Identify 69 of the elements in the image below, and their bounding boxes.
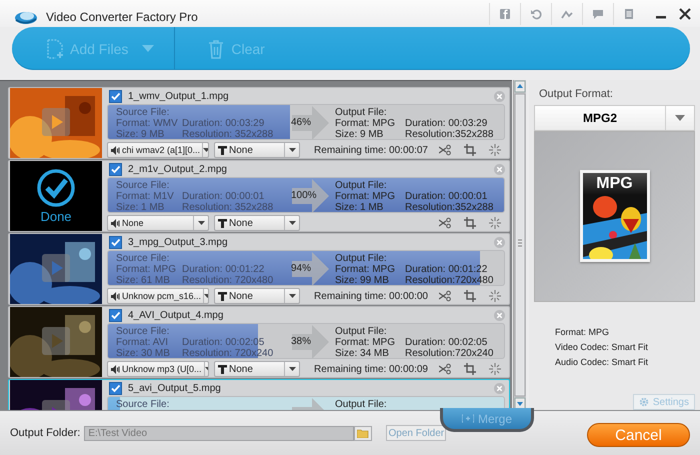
field-value: Resolution:720x240: [405, 348, 494, 358]
field-value: Size: 9 MB: [116, 129, 166, 139]
field-value: Size: 1 MB: [335, 202, 384, 212]
field-value: Format: MPG: [335, 337, 396, 348]
field-label: Output File:: [335, 180, 388, 191]
format-detail: Format: MPG: [555, 326, 610, 336]
field-label: Source File:: [116, 326, 170, 337]
progress-percent: 94%: [291, 262, 312, 274]
field-value: Format: MPG: [116, 264, 178, 275]
field-value: Duration: 00:00:01: [405, 191, 488, 202]
format-card-label: MPG: [582, 173, 646, 196]
field-value: Resolution: 352x288: [182, 202, 274, 212]
field-value: Duration: 00:03:29: [405, 118, 488, 129]
field-value: Duration: 00:02:05: [405, 337, 488, 348]
field-label: Source File:: [116, 399, 170, 410]
field-value: Format: M1V: [116, 191, 175, 202]
field-label: Output File:: [335, 253, 388, 264]
format-detail: Audio Codec: Smart Fit: [555, 356, 650, 366]
file-name: 2_m1v_Output_2.mpg: [128, 164, 228, 175]
field-label: Source File:: [116, 180, 170, 191]
progress-percent: 100%: [291, 190, 317, 200]
audio-dropdown[interactable]: None: [107, 215, 209, 231]
subtitle-dropdown[interactable]: None: [214, 142, 300, 158]
field-value: Duration: 00:00:01: [182, 191, 266, 202]
field-value: Format: MPG: [335, 118, 396, 129]
output-folder-label: Output Folder:: [10, 427, 80, 439]
subtitle-dropdown[interactable]: None: [214, 288, 300, 304]
progress-percent: 46%: [291, 116, 312, 128]
task-row[interactable]: 5_avi_Output_5.mpg Source File: Output File:: [8, 379, 510, 410]
field-value: Format: AVI: [116, 337, 170, 348]
field-value: Format: MPG: [335, 191, 396, 202]
field-value: Format: WMV: [116, 118, 179, 129]
field-label: Output File:: [335, 326, 388, 337]
file-name: 1_wmv_Output_1.mpg: [128, 91, 230, 102]
format-dropdown[interactable]: MPG2: [534, 105, 695, 131]
field-label: Source File:: [116, 253, 170, 264]
audio-dropdown[interactable]: Unknow mp3 (U[0...: [107, 361, 209, 377]
field-label: Output File:: [335, 107, 388, 118]
field-label: Source File:: [116, 107, 170, 118]
field-value: Size: 1 MB: [116, 202, 166, 212]
field-value: Size: 99 MB: [335, 275, 390, 285]
audio-dropdown[interactable]: Unknow pcm_s16...: [107, 288, 209, 304]
field-value: Size: 30 MB: [116, 348, 171, 358]
field-value: Size: 9 MB: [335, 129, 384, 139]
task-row[interactable]: Done 2_m1v_Output_2.mpg Source File: Format: M1V Duration: 00:00:01 Size: 1 MB Resolution: 352x288 100% Output File: Format: MPG Duration: 00:00:01 Size: 1 MB Resolution:352x288 None None: [8, 160, 510, 232]
field-value: Duration: 00:03:29: [182, 118, 266, 129]
progress-percent: 38%: [291, 336, 312, 346]
field-value: Resolution: 720x480: [182, 275, 274, 285]
window-title: Video Converter Factory Pro: [46, 10, 199, 24]
field-value: Size: 34 MB: [335, 348, 390, 358]
file-name: 5_avi_Output_5.mpg: [128, 383, 222, 394]
subtitle-dropdown[interactable]: None: [214, 361, 300, 377]
field-label: Output File:: [335, 399, 388, 410]
format-detail: Video Codec: Smart Fit: [555, 342, 649, 352]
field-value: Resolution: 352x288: [182, 129, 274, 139]
field-value: Size: 61 MB: [116, 275, 171, 285]
file-name: 3_mpg_Output_3.mpg: [128, 237, 229, 248]
audio-dropdown[interactable]: chi wmav2 (a[1][0...: [107, 142, 209, 158]
remaining-time: Remaining time: 00:00:00: [313, 290, 428, 302]
field-value: Duration: 00:01:22: [182, 264, 266, 275]
subtitle-dropdown[interactable]: None: [214, 215, 300, 231]
remaining-time: Remaining time: 00:00:09: [313, 364, 428, 374]
remaining-time: Remaining time: 00:00:07: [313, 144, 428, 156]
field-value: Resolution:352x288: [405, 202, 494, 212]
section-label: Output Format:: [539, 88, 614, 102]
file-name: 4_AVI_Output_4.mpg: [128, 310, 224, 321]
done-label: Done: [40, 209, 72, 224]
field-value: Resolution:352x288: [405, 129, 494, 139]
field-value: Format: MPG: [335, 264, 396, 275]
